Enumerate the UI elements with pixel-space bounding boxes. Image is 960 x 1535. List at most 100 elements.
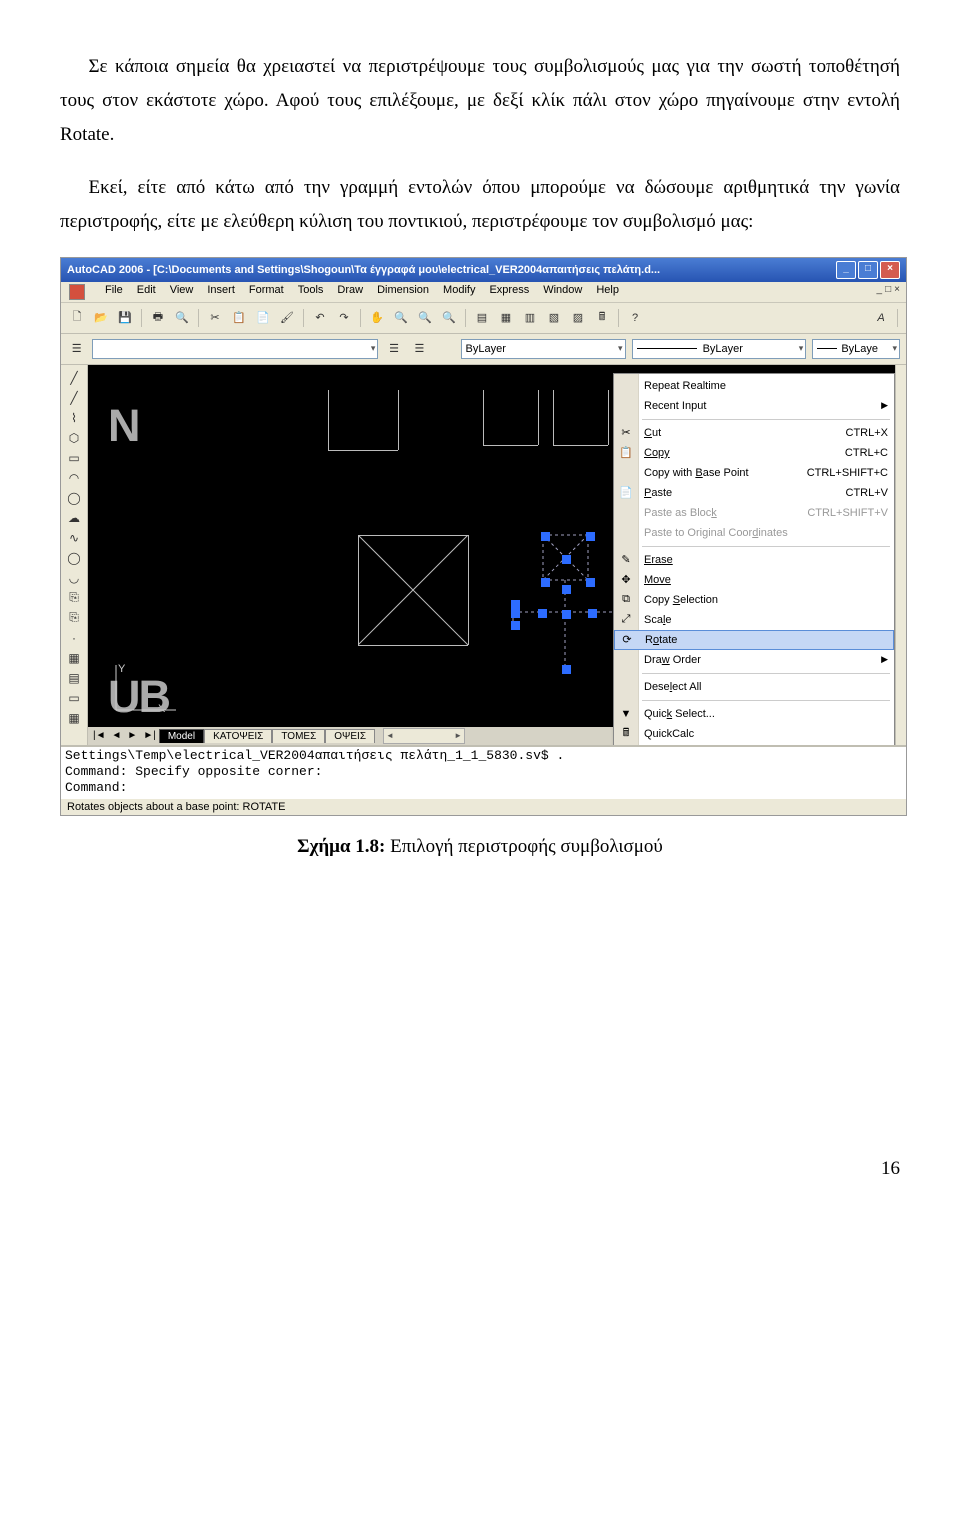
ctx-quickcalc[interactable]: 🖩QuickCalc [614,724,894,744]
doc-minimize[interactable]: _ [877,284,883,295]
props-icon[interactable]: ▤ [472,308,492,328]
print-icon[interactable]: 🖶 [148,308,168,328]
lineweight-combo[interactable]: ByLaye [812,339,900,359]
save-icon[interactable]: 💾 [115,308,135,328]
revcloud-icon[interactable]: ☁ [65,509,83,527]
zoom-rt-icon[interactable]: 🔍 [391,308,411,328]
grip[interactable] [586,578,595,587]
circle-icon[interactable]: ◯ [65,489,83,507]
tab-nav-prev[interactable]: ◄ [109,730,125,741]
polygon-icon[interactable]: ⬡ [65,429,83,447]
ctx-repeat[interactable]: Repeat Realtime [614,376,894,396]
menu-file[interactable]: File [105,284,123,300]
matchprop-icon[interactable]: 🖌 [277,308,297,328]
toolpal-icon[interactable]: ▥ [520,308,540,328]
point-icon[interactable]: · [65,629,83,647]
zoom-prev-icon[interactable]: 🔍 [439,308,459,328]
layer-prev-icon[interactable]: ☰ [384,339,403,359]
close-button[interactable]: × [880,261,900,279]
paste-icon[interactable]: 📄 [253,308,273,328]
line-icon[interactable]: ╱ [65,369,83,387]
tab-model[interactable]: Model [159,729,204,743]
ctx-paste[interactable]: 📄PasteCTRL+V [614,483,894,503]
copy-icon[interactable]: 📋 [229,308,249,328]
tab-katopseis[interactable]: ΚΑΤΟΨΕΙΣ [204,729,272,743]
undo-icon[interactable]: ↶ [310,308,330,328]
grip[interactable] [541,578,550,587]
menu-draw[interactable]: Draw [337,284,363,300]
ctx-copy[interactable]: 📋CopyCTRL+C [614,443,894,463]
ctx-rotate[interactable]: ⟳Rotate [614,630,894,650]
grip[interactable] [511,600,520,609]
grip[interactable] [586,532,595,541]
dcenter-icon[interactable]: ▦ [496,308,516,328]
layer-combo[interactable] [92,339,378,359]
ctx-move[interactable]: ✥Move [614,570,894,590]
menu-edit[interactable]: Edit [137,284,156,300]
markup-icon[interactable]: ▨ [568,308,588,328]
help-icon[interactable]: ? [625,308,645,328]
block-make-icon[interactable]: ⎘ [65,609,83,627]
tab-nav-last[interactable]: ►| [140,730,159,741]
calc-icon[interactable]: 🖩 [592,308,612,328]
ctx-draw-order[interactable]: Draw Order▶ [614,650,894,670]
ctx-erase[interactable]: ✎Erase [614,550,894,570]
ellipse-arc-icon[interactable]: ◡ [65,569,83,587]
minimize-button[interactable]: _ [836,261,856,279]
ctx-copy-basepoint[interactable]: Copy with Base PointCTRL+SHIFT+C [614,463,894,483]
cut-icon[interactable]: ✂ [205,308,225,328]
zoom-win-icon[interactable]: 🔍 [415,308,435,328]
menu-help[interactable]: Help [596,284,619,300]
grip[interactable] [562,585,571,594]
menu-view[interactable]: View [170,284,194,300]
spline-icon[interactable]: ∿ [65,529,83,547]
layer-states-icon[interactable]: ☰ [410,339,429,359]
menu-dimension[interactable]: Dimension [377,284,429,300]
preview-icon[interactable]: 🔍 [172,308,192,328]
ctx-copy-selection[interactable]: ⧉Copy Selection [614,590,894,610]
tab-nav-first[interactable]: |◄ [90,730,109,741]
grip[interactable] [588,609,597,618]
menu-tools[interactable]: Tools [298,284,324,300]
ctx-scale[interactable]: ⤢Scale [614,610,894,630]
gradient-icon[interactable]: ▤ [65,669,83,687]
ctx-find[interactable]: 🔍Find... [614,744,894,745]
grip[interactable] [511,621,520,630]
color-combo[interactable]: ByLayer [461,339,626,359]
tab-nav-next[interactable]: ► [124,730,140,741]
block-insert-icon[interactable]: ⎘ [65,589,83,607]
linetype-combo[interactable]: ByLayer [632,339,807,359]
pan-icon[interactable]: ✋ [367,308,387,328]
ctx-deselect[interactable]: Deselect All [614,677,894,697]
menu-window[interactable]: Window [543,284,582,300]
sheetset-icon[interactable]: ▧ [544,308,564,328]
hatch-icon[interactable]: ▦ [65,649,83,667]
grip[interactable] [562,555,571,564]
menu-insert[interactable]: Insert [207,284,235,300]
layers-icon[interactable]: ☰ [67,339,86,359]
command-window[interactable]: Settings\Temp\electrical_VER2004απαιτήσε… [61,745,906,798]
open-icon[interactable]: 📂 [91,308,111,328]
maximize-button[interactable]: □ [858,261,878,279]
ellipse-icon[interactable]: ◯ [65,549,83,567]
menu-express[interactable]: Express [489,284,529,300]
tab-opseis[interactable]: ΟΨΕΙΣ [325,729,375,743]
redo-icon[interactable]: ↷ [334,308,354,328]
rectangle-icon[interactable]: ▭ [65,449,83,467]
grip[interactable] [511,609,520,618]
arc-icon[interactable]: ◠ [65,469,83,487]
grip[interactable] [562,665,571,674]
tab-tomes[interactable]: ΤΟΜΕΣ [272,729,325,743]
grip[interactable] [562,610,571,619]
text-style-a-icon[interactable]: A [871,308,891,328]
pline-icon[interactable]: ⌇ [65,409,83,427]
new-icon[interactable]: 🗋 [67,308,87,328]
table-icon[interactable]: ▦ [65,709,83,727]
grip[interactable] [538,609,547,618]
ctx-cut[interactable]: ✂CutCTRL+X [614,423,894,443]
grip[interactable] [541,532,550,541]
menu-format[interactable]: Format [249,284,284,300]
drawing-canvas[interactable]: N [88,365,895,745]
region-icon[interactable]: ▭ [65,689,83,707]
ctx-recent-input[interactable]: Recent Input▶ [614,396,894,416]
